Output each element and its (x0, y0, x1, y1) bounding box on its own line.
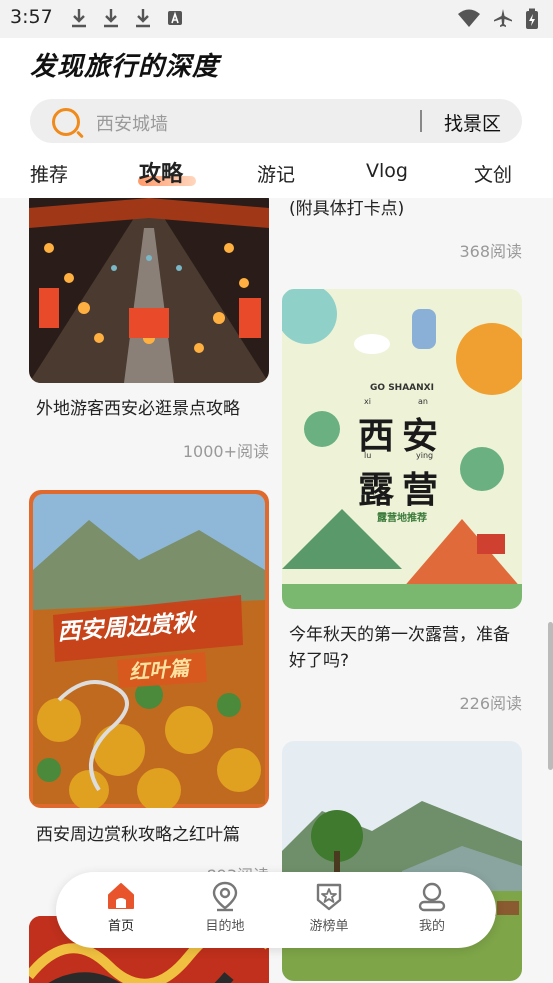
nav-home[interactable]: 首页 (81, 880, 161, 934)
ranking-badge-icon (316, 883, 342, 911)
wifi-icon (458, 9, 480, 27)
status-time: 3:57 (10, 6, 53, 28)
airplane-icon (494, 9, 512, 27)
cover-pinyin: xi (364, 397, 371, 406)
article-cover-image[interactable]: GO SHAANXI xi an 西安 lu ying 露营 露营地推荐 (282, 289, 522, 609)
nav-label: 游榜单 (309, 919, 349, 934)
search-icon (52, 108, 80, 136)
article-read-count: 226阅读 (459, 694, 522, 713)
red-leaves-photo (33, 494, 265, 808)
nav-ranking[interactable]: 游榜单 (289, 880, 369, 934)
profile-icon (418, 882, 446, 912)
article-read-count: 1000+阅读 (182, 442, 269, 461)
article-title[interactable]: 西安周边赏秋攻略之红叶篇 (36, 822, 268, 848)
search-divider (420, 110, 422, 132)
notification-icons (70, 8, 184, 28)
cover-subtitle: 露营地推荐 (377, 513, 427, 524)
article-read-count: 368阅读 (459, 242, 522, 261)
cover-title-bottom: 露营 (357, 470, 446, 511)
cover-pinyin: ying (416, 451, 434, 460)
tab-creative[interactable]: 文创 (474, 160, 512, 187)
night-street-photo (29, 198, 269, 383)
nav-profile[interactable]: 我的 (392, 880, 472, 934)
search-input[interactable]: 西安城墙 (96, 110, 168, 136)
article-title[interactable]: (附具体打卡点) (289, 198, 521, 222)
a-badge-icon (168, 11, 182, 25)
cover-pinyin: an (418, 397, 428, 406)
nav-label: 首页 (107, 919, 134, 934)
bottom-navigation: 首页 目的地 游榜单 我的 (56, 872, 496, 948)
download-icon (72, 9, 86, 28)
download-icon (136, 9, 150, 28)
app-logo: 发现旅行的深度 (30, 52, 220, 82)
download-icon (104, 9, 118, 28)
article-feed: 外地游客西安必逛景点攻略 1000+阅读 西安周边赏秋 红叶篇 西安周边赏秋攻略… (0, 198, 553, 983)
cover-brand: GO SHAANXI (370, 383, 434, 393)
article-title[interactable]: 今年秋天的第一次露营，准备好了吗? (289, 622, 521, 674)
battery-charging-icon (526, 8, 538, 29)
article-title[interactable]: 外地游客西安必逛景点攻略 (36, 396, 268, 422)
scrollbar[interactable] (548, 622, 553, 770)
nav-label: 目的地 (205, 919, 245, 934)
tab-recommend[interactable]: 推荐 (30, 160, 68, 187)
nav-label: 我的 (418, 919, 445, 934)
article-cover-image[interactable] (29, 198, 269, 383)
system-icons (457, 8, 539, 30)
cover-pinyin: lu (364, 451, 372, 460)
tab-vlog[interactable]: Vlog (366, 160, 408, 182)
find-scenic-button[interactable]: 找景区 (444, 109, 501, 136)
nav-destination[interactable]: 目的地 (185, 880, 265, 934)
category-tabs: 推荐 攻略 游记 Vlog 文创 (0, 154, 553, 194)
article-cover-image[interactable]: 西安周边赏秋 红叶篇 (29, 490, 269, 808)
location-pin-icon (212, 881, 238, 912)
home-icon (108, 883, 134, 909)
cover-subheadline: 红叶篇 (128, 655, 190, 685)
tab-travelogue[interactable]: 游记 (257, 160, 295, 187)
status-bar: 3:57 (0, 0, 553, 38)
tab-guides[interactable]: 攻略 (139, 156, 183, 188)
cover-title-top: 西安 (357, 416, 446, 457)
search-bar[interactable]: 西安城墙 找景区 (30, 99, 522, 143)
